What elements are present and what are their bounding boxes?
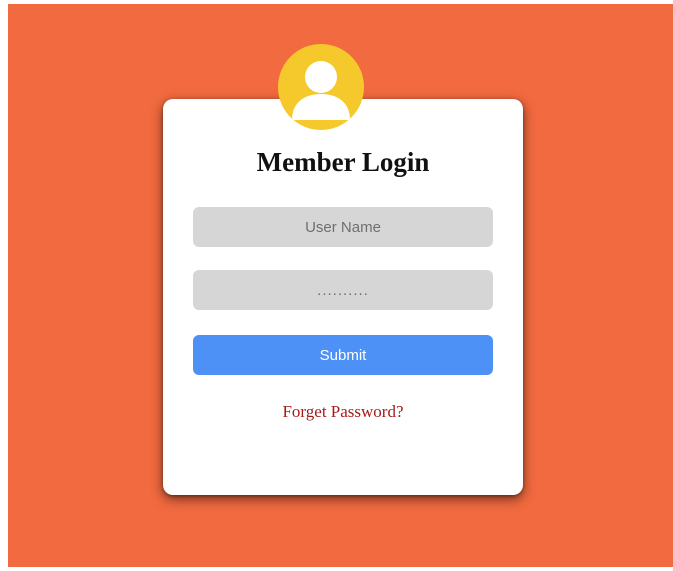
user-icon (292, 61, 350, 120)
forgot-password-link[interactable]: Forget Password? (163, 402, 523, 422)
username-input[interactable] (193, 207, 493, 247)
password-input[interactable] (193, 270, 493, 310)
submit-button[interactable]: Submit (193, 335, 493, 375)
avatar (278, 44, 364, 130)
login-card: Member Login Submit Forget Password? (163, 99, 523, 495)
page-title: Member Login (256, 147, 430, 177)
